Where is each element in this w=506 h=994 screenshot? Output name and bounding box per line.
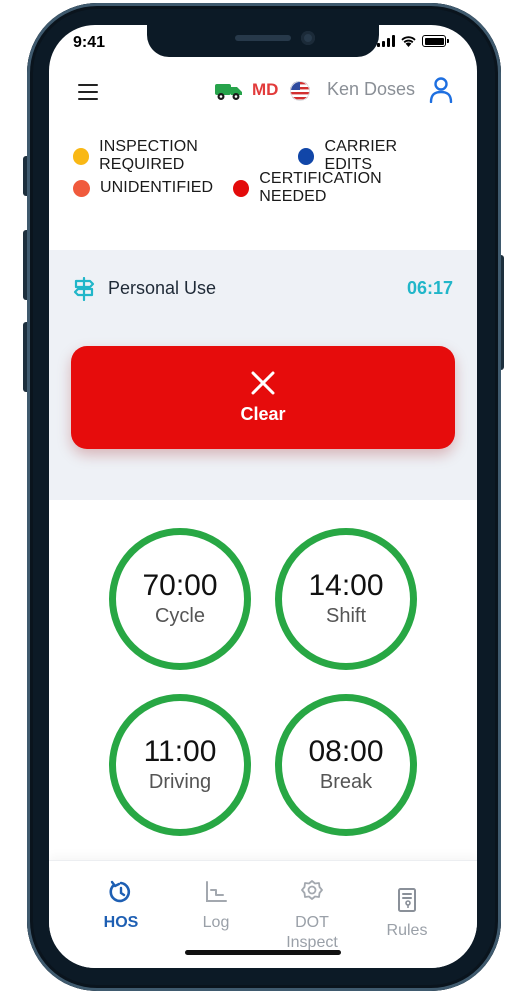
nav-label-hos: HOS <box>103 914 139 931</box>
wifi-icon <box>401 36 416 47</box>
status-dot <box>73 179 90 197</box>
home-indicator <box>185 950 341 955</box>
close-icon <box>251 371 275 395</box>
duty-status-name: Personal Use <box>108 278 217 298</box>
cycle-clock: 70:00 Cycle <box>109 528 251 670</box>
legend-certification-needed: CERTIFICATION NEEDED <box>233 170 443 206</box>
driver-name: Ken Doses <box>327 79 416 99</box>
top-bar: MD Ken Doses <box>49 73 477 109</box>
speaker <box>235 35 291 41</box>
signal-icon <box>377 35 395 47</box>
duty-status-timer: 06:17 <box>406 278 453 298</box>
nav-item-rules[interactable]: Rules <box>362 879 452 941</box>
badge-icon <box>301 880 323 900</box>
legend-row: UNIDENTIFIED CERTIFICATION NEEDED <box>73 170 463 206</box>
nav-label-log: Log <box>202 914 230 931</box>
nav-label-dot-inspect: DOT Inspect <box>286 914 338 951</box>
clock-label: Shift <box>325 605 367 627</box>
legend-unidentified: UNIDENTIFIED <box>73 179 213 197</box>
menu-icon <box>78 84 98 86</box>
document-icon <box>398 888 416 912</box>
signpost-icon <box>73 277 95 301</box>
nav-label-rules: Rules <box>386 922 428 939</box>
clear-button[interactable]: Clear <box>71 346 455 449</box>
screen: 9:41 MD Ken Doses INSPECTION REQUIRED CA… <box>49 25 477 968</box>
status-time: 9:41 <box>73 34 106 51</box>
shift-clock: 14:00 Shift <box>275 528 417 670</box>
driving-clock: 11:00 Driving <box>109 694 251 836</box>
clock-icon <box>109 880 131 903</box>
break-clock: 08:00 Break <box>275 694 417 836</box>
truck-icon <box>215 84 242 100</box>
nav-item-hos[interactable]: HOS <box>76 879 166 933</box>
clear-button-label: Clear <box>240 404 286 424</box>
chart-icon <box>206 881 227 902</box>
duty-status-panel: Personal Use 06:17 Clear <box>49 250 477 500</box>
camera <box>301 31 315 45</box>
notch <box>147 25 379 57</box>
status-dot <box>298 147 315 165</box>
nav-item-log[interactable]: Log <box>171 879 261 933</box>
clock-label: Driving <box>148 771 212 793</box>
menu-button[interactable] <box>75 81 101 103</box>
status-dot <box>233 179 250 197</box>
status-dot <box>73 147 90 165</box>
clock-value: 08:00 <box>308 735 384 768</box>
hos-clocks: 70:00 Cycle 14:00 Shift 11:00 Driving 08… <box>49 500 477 860</box>
clock-value: 14:00 <box>308 569 384 602</box>
clock-value: 11:00 <box>143 735 217 768</box>
legend-carrier-edits: CARRIER EDITS <box>298 138 443 174</box>
status-legend: INSPECTION REQUIRED CARRIER EDITS UNIDEN… <box>73 138 463 206</box>
legend-inspection-required: INSPECTION REQUIRED <box>73 138 278 174</box>
clock-label: Cycle <box>154 605 205 627</box>
clock-value: 70:00 <box>142 569 218 602</box>
state-code: MD <box>252 80 279 99</box>
legend-row: INSPECTION REQUIRED CARRIER EDITS <box>73 138 463 174</box>
us-flag-icon <box>290 81 310 101</box>
battery-icon <box>422 35 449 47</box>
clock-label: Break <box>319 771 373 793</box>
status-icons <box>377 35 449 47</box>
user-profile-icon[interactable] <box>429 77 453 103</box>
nav-item-dot-inspect[interactable]: DOT Inspect <box>267 879 357 953</box>
